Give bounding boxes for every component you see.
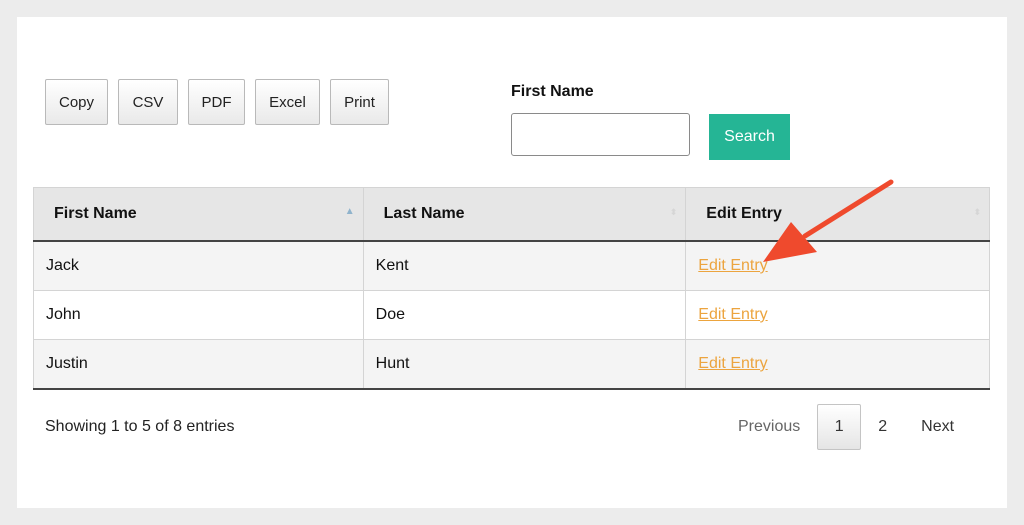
column-header-label: First Name	[54, 205, 137, 222]
cell-last-name: Doe	[362, 290, 687, 340]
print-button[interactable]: Print	[330, 79, 389, 125]
cell-first-name: John	[33, 290, 364, 340]
cell-edit-entry: Edit Entry	[685, 290, 990, 340]
column-header-label: Edit Entry	[706, 205, 782, 222]
content-panel: Copy CSV PDF Excel Print First Name Sear…	[17, 17, 1007, 508]
table-row: Jack Kent Edit Entry	[33, 241, 990, 291]
pagination-next-button[interactable]: Next	[904, 404, 971, 450]
table-header-row: First Name ▲ Last Name ⬍ Edit Entry ⬍	[33, 187, 990, 242]
edit-entry-link[interactable]: Edit Entry	[698, 306, 767, 323]
cell-last-name: Hunt	[362, 339, 687, 390]
column-header-first-name[interactable]: First Name ▲	[33, 187, 364, 242]
table-row: John Doe Edit Entry	[33, 290, 990, 340]
table-info-text: Showing 1 to 5 of 8 entries	[45, 418, 235, 435]
sort-both-icon: ⬍	[669, 207, 678, 217]
pagination: Previous 1 2 Next	[721, 404, 971, 450]
cell-edit-entry: Edit Entry	[685, 241, 990, 291]
pagination-previous-button[interactable]: Previous	[721, 404, 817, 450]
pagination-page-1-button[interactable]: 1	[817, 404, 862, 450]
entries-table: First Name ▲ Last Name ⬍ Edit Entry ⬍ Ja…	[33, 187, 990, 390]
search-button[interactable]: Search	[709, 114, 790, 160]
column-header-last-name[interactable]: Last Name ⬍	[362, 187, 687, 242]
excel-button[interactable]: Excel	[255, 79, 320, 125]
column-header-edit-entry[interactable]: Edit Entry ⬍	[685, 187, 990, 242]
csv-button[interactable]: CSV	[118, 79, 178, 125]
edit-entry-link[interactable]: Edit Entry	[698, 355, 767, 372]
copy-button[interactable]: Copy	[45, 79, 108, 125]
cell-last-name: Kent	[362, 241, 687, 291]
edit-entry-link[interactable]: Edit Entry	[698, 257, 767, 274]
column-header-label: Last Name	[383, 205, 465, 222]
first-name-search-input[interactable]	[511, 113, 690, 156]
sort-ascending-icon: ▲	[344, 206, 355, 217]
sort-both-icon: ⬍	[973, 207, 981, 217]
table-row: Justin Hunt Edit Entry	[33, 339, 990, 390]
pdf-button[interactable]: PDF	[188, 79, 245, 125]
pagination-page-2-button[interactable]: 2	[861, 404, 904, 450]
cell-first-name: Jack	[33, 241, 364, 291]
search-label: First Name	[511, 83, 594, 100]
cell-first-name: Justin	[33, 339, 364, 390]
export-button-group: Copy CSV PDF Excel Print	[45, 79, 399, 125]
cell-edit-entry: Edit Entry	[685, 339, 990, 390]
